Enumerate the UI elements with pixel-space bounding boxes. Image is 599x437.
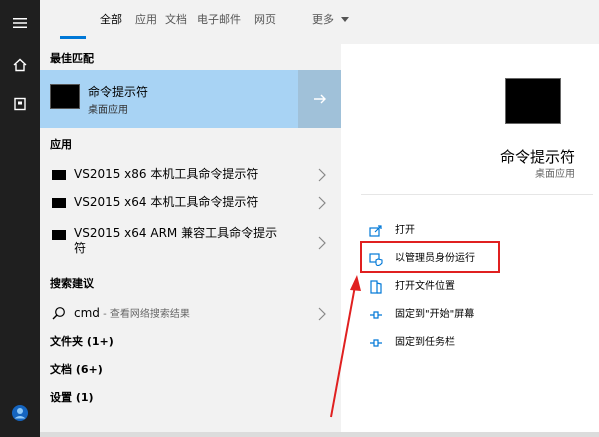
open-file-location-label: 打开文件位置 — [395, 281, 455, 292]
pin-to-taskbar-label: 固定到任务栏 — [395, 337, 455, 348]
web-search-suggestion[interactable]: cmd - 查看网络搜索结果 — [40, 302, 341, 326]
tab-web[interactable]: 网页 — [254, 13, 276, 27]
tab-all[interactable]: 全部 — [100, 13, 122, 27]
home-icon[interactable] — [0, 50, 40, 80]
annotation-highlight-box — [360, 241, 500, 273]
apps-header: 应用 — [50, 138, 72, 151]
chevron-right-icon[interactable] — [316, 306, 328, 322]
list-item[interactable]: VS2015 x64 ARM 兼容工具命令提示符 — [40, 222, 341, 266]
preview-title: 命令提示符 — [499, 148, 575, 166]
console-app-icon — [52, 230, 66, 240]
divider — [361, 194, 593, 195]
search-icon — [52, 307, 65, 320]
best-match-subtitle: 桌面应用 — [88, 105, 128, 116]
folder-location-icon — [370, 280, 382, 294]
tab-documents[interactable]: 文档 — [165, 13, 187, 27]
search-scope-tabs: 全部 应用 文档 电子邮件 网页 更多 — [40, 0, 599, 44]
app-item-label: VS2015 x86 本机工具命令提示符 — [74, 167, 259, 181]
bottom-edge — [40, 432, 599, 437]
active-tab-indicator — [60, 36, 86, 39]
chevron-down-icon — [340, 17, 349, 22]
chevron-right-icon[interactable] — [316, 167, 328, 183]
tab-apps[interactable]: 应用 — [135, 13, 157, 27]
suggestion-hint: - 查看网络搜索结果 — [99, 309, 190, 320]
best-match-title: 命令提示符 — [88, 85, 149, 99]
document-icon[interactable] — [0, 89, 40, 119]
chevron-right-icon[interactable] — [316, 235, 328, 251]
open-action-label: 打开 — [395, 225, 415, 236]
console-app-preview-icon — [505, 78, 561, 124]
list-item[interactable]: VS2015 x64 本机工具命令提示符 — [40, 190, 341, 216]
suggestion-text: cmd - 查看网络搜索结果 — [74, 306, 289, 322]
list-item[interactable]: VS2015 x86 本机工具命令提示符 — [40, 162, 341, 188]
open-icon — [369, 225, 382, 237]
tab-email[interactable]: 电子邮件 — [197, 13, 241, 27]
left-rail — [0, 0, 40, 437]
folders-header[interactable]: 文件夹 (1+) — [50, 335, 114, 349]
pin-to-start-label: 固定到"开始"屏幕 — [395, 309, 475, 320]
app-item-label: VS2015 x64 ARM 兼容工具命令提示符 — [74, 226, 278, 255]
open-file-location-action[interactable]: 打开文件位置 — [369, 277, 589, 297]
best-match-item[interactable]: 命令提示符 桌面应用 — [40, 70, 298, 128]
pin-icon — [370, 311, 382, 319]
console-app-icon — [52, 198, 66, 208]
search-suggestions-header: 搜索建议 — [50, 277, 94, 290]
arrow-right-icon — [313, 94, 326, 104]
chevron-right-icon[interactable] — [316, 195, 328, 211]
documents-header[interactable]: 文档 (6+) — [50, 363, 103, 377]
console-app-icon — [50, 84, 80, 109]
preview-subtitle: 桌面应用 — [535, 169, 575, 180]
best-match-header: 最佳匹配 — [50, 52, 94, 65]
open-action[interactable]: 打开 — [369, 221, 589, 241]
settings-header[interactable]: 设置 (1) — [50, 391, 94, 405]
app-item-label: VS2015 x64 本机工具命令提示符 — [74, 195, 259, 209]
hamburger-icon[interactable] — [0, 8, 40, 38]
pin-to-start-action[interactable]: 固定到"开始"屏幕 — [369, 305, 589, 325]
best-match-row[interactable]: 命令提示符 桌面应用 — [40, 70, 341, 172]
search-results-panel: 最佳匹配 命令提示符 桌面应用 应用 VS2015 x86 本机工具命令提示符 … — [40, 44, 341, 437]
tab-more-label: 更多 — [312, 13, 334, 26]
tab-more[interactable]: 更多 — [312, 13, 349, 27]
expand-arrow-button[interactable] — [298, 70, 341, 128]
avatar-icon[interactable] — [0, 398, 40, 428]
pin-to-taskbar-action[interactable]: 固定到任务栏 — [369, 333, 589, 353]
pin-icon — [370, 339, 382, 347]
console-app-icon — [52, 170, 66, 180]
suggestion-query: cmd — [74, 306, 100, 320]
